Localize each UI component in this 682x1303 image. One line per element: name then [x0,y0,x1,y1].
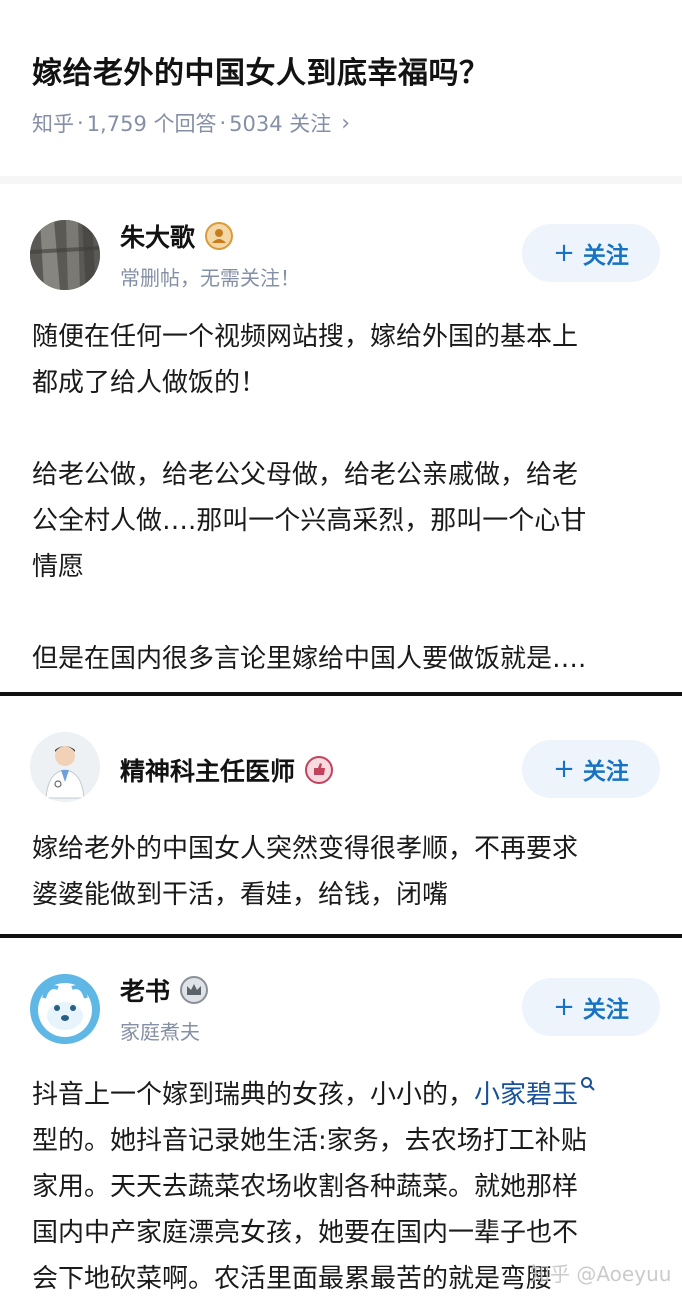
answer-card[interactable]: 朱大歌 常删帖，无需关注！ + 关注 随便在任何一个视频网站搜，嫁给外国的基本上… [0,184,682,692]
question-title[interactable]: 嫁给老外的中国女人到底幸福吗？ [32,48,490,92]
section-gap [0,176,682,184]
author-avatar[interactable] [30,220,100,290]
avatar-image [30,220,100,290]
author-name-text: 朱大歌 [120,223,196,252]
source-label: 知乎 [32,112,74,136]
certified-badge-icon [305,756,334,784]
author-name[interactable]: 老书 [120,972,209,1008]
answer-line: 随便在任何一个视频网站搜，嫁给外国的基本上 [32,322,579,352]
avatar-image [30,974,100,1044]
follow-label: 关注 [582,997,629,1023]
meta-separator: · [219,111,227,135]
author-name-text: 老书 [120,977,171,1006]
answer-line: 抖音上一个嫁到瑞典的女孩，小小的，小家碧玉 [32,1072,652,1118]
answer-line: 情愿 [32,552,85,582]
follow-button[interactable]: + 关注 [522,224,660,282]
chevron-right-icon: › [341,110,351,136]
answer-card[interactable]: 老书 家庭煮夫 + 关注 抖音上一个嫁到瑞典的女孩，小小的，小家碧玉 型的。她抖… [0,938,682,1303]
author-avatar[interactable] [30,732,100,802]
answer-card[interactable]: 精神科主任医师 + 关注 嫁给老外的中国女人突然变得很孝顺，不再要求 婆婆能做到… [0,696,682,934]
plus-icon: + [553,754,575,784]
watermark: 知乎 @Aoeyuu [530,1262,672,1286]
answer-content[interactable]: 嫁给老外的中国女人突然变得很孝顺，不再要求 婆婆能做到干活，看娃，给钱，闭嘴 [32,826,652,918]
follow-label: 关注 [582,759,629,785]
crown-badge-icon [180,976,209,1004]
meta-separator: · [77,111,84,135]
answer-line: 国内中产家庭漂亮女孩，她要在国内一辈子也不 [32,1218,579,1248]
answer-line: 都成了给人做饭的！ [32,368,267,398]
question-header: 嫁给老外的中国女人到底幸福吗？ 知乎 · 1,759 个回答 · 5034 关注… [0,0,682,176]
answer-line: 婆婆能做到干活，看娃，给钱，闭嘴 [32,880,449,910]
author-avatar[interactable] [30,974,100,1044]
answer-text: 抖音上一个嫁到瑞典的女孩，小小的， [32,1080,475,1110]
creator-badge-icon [205,222,234,250]
answer-line: 嫁给老外的中国女人突然变得很孝顺，不再要求 [32,834,579,864]
followers-count: 5034 关注 [229,112,332,136]
follow-label: 关注 [582,243,629,269]
answer-line: 但是在国内很多言论里嫁给中国人要做饭就是…. [32,644,587,674]
answer-line: 家用。天天去蔬菜农场收割各种蔬菜。就她那样 [32,1172,579,1202]
author-name[interactable]: 精神科主任医师 [120,752,334,788]
answers-count: 1,759 个回答 [86,112,217,136]
plus-icon: + [553,238,575,268]
follow-button[interactable]: + 关注 [522,978,660,1036]
question-meta[interactable]: 知乎 · 1,759 个回答 · 5034 关注 › [32,108,350,138]
answer-line: 型的。她抖音记录她生活:家务，去农场打工补贴 [32,1126,587,1156]
answer-content[interactable]: 随便在任何一个视频网站搜，嫁给外国的基本上 都成了给人做饭的！ 给老公做，给老公… [32,314,652,682]
author-name-text: 精神科主任医师 [120,757,296,786]
search-icon[interactable] [580,1076,596,1092]
author-bio: 常删帖，无需关注！ [120,266,300,290]
search-link[interactable]: 小家碧玉 [474,1080,578,1110]
answer-line: 给老公做，给老公父母做，给老公亲戚做，给老 [32,460,579,490]
plus-icon: + [553,992,575,1022]
author-bio: 家庭煮夫 [120,1020,200,1044]
follow-button[interactable]: + 关注 [522,740,660,798]
author-name[interactable]: 朱大歌 [120,218,234,254]
answer-line: 公全村人做….那叫一个兴高采烈，那叫一个心甘 [32,506,587,536]
avatar-image [30,732,100,802]
